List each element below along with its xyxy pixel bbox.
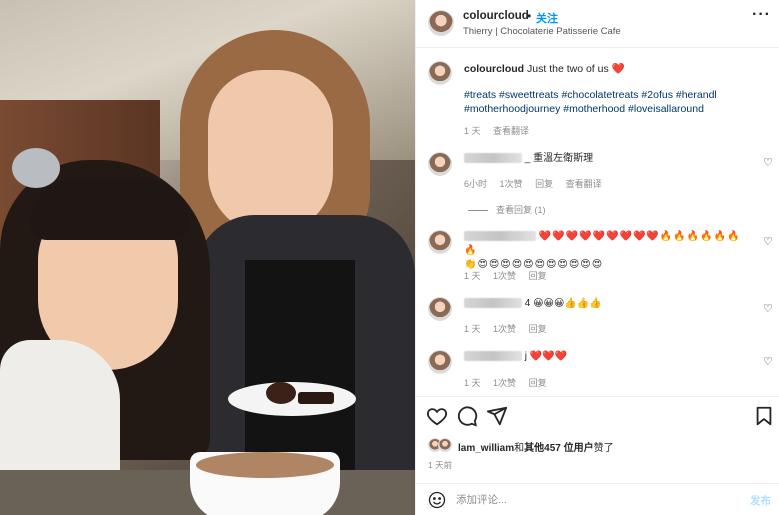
comment-text: j ❤️❤️❤️ [464,350,749,364]
caption-hashtags[interactable]: #treats #sweettreats #chocolatetreats #2… [464,88,749,116]
caption-time: 1 天 [464,126,481,136]
liker-username[interactable]: lam_william [458,443,514,454]
emoji-icon[interactable] [428,491,446,509]
comment-body: j ❤️❤️❤️ [524,351,568,362]
heart-outline-icon[interactable]: ♡ [763,302,773,315]
comment-avatar[interactable] [428,152,452,176]
heart-outline-icon[interactable]: ♡ [763,156,773,169]
comment-input[interactable] [456,491,736,509]
caption-avatar[interactable] [428,61,452,85]
caption-username[interactable]: colourcloud [464,63,524,75]
post-header: colourcloud • 关注 Thierry | Chocolaterie … [416,0,779,48]
comment-time: 1 天 [464,324,481,334]
likes-summary[interactable]: lam_william和其他457 位用户赞了 [458,439,614,454]
comment-likes[interactable]: 1次赞 [493,378,516,388]
translate-button[interactable]: 查看翻译 [566,179,602,189]
comment-text: _ 重溫左衛斯理 [464,152,749,166]
comment-text: ❤️❤️❤️❤️❤️❤️❤️❤️❤️🔥🔥🔥🔥🔥🔥🔥 👏😍😍😍😍😍😍😍😍😍😍😍 [464,230,749,272]
caption-meta: 1 天 查看翻译 [464,124,539,137]
heart-icon[interactable] [426,405,448,427]
blurred-username [464,351,522,362]
caption-translate[interactable]: 查看翻译 [493,126,529,136]
comment-avatar[interactable] [428,230,452,254]
caption-heart: ❤️ [611,63,625,75]
author-username[interactable]: colourcloud [463,10,529,22]
separator-dot: • [527,9,532,23]
comment-avatar[interactable] [428,297,452,321]
reply-button[interactable]: 回复 [529,378,547,388]
replies-line [468,210,488,212]
likes-and: 和 [514,443,525,454]
photo-latte [196,452,334,478]
author-avatar[interactable] [428,10,454,36]
reply-button[interactable]: 回复 [535,179,553,189]
caption: colourcloud Just the two of us ❤️ [464,62,764,76]
comment-meta: 6小时 1次赞 回复 查看翻译 [464,177,612,190]
heart-outline-icon[interactable]: ♡ [763,355,773,368]
share-icon[interactable] [486,405,508,427]
photo-chocolate [266,382,296,404]
comment-body: _ 重溫左衛斯理 [524,153,594,164]
comments-list[interactable]: colourcloud Just the two of us ❤️ #treat… [416,49,779,394]
comment-text: 4 😀😀😀👍👍👍 [464,297,749,311]
comment-body: 4 😀😀😀👍👍👍 [524,298,602,309]
likes-suffix: 赞了 [593,443,614,454]
likes-others[interactable]: 其他457 位用户 [524,443,593,454]
location-link[interactable]: Thierry | Chocolaterie Patisserie Cafe [463,26,621,37]
photo-chocolate-bar [298,392,334,404]
caption-text: Just the two of us [527,63,609,75]
action-bar [416,396,779,434]
blurred-username [464,231,536,242]
comment-time: 1 天 [464,378,481,388]
view-replies-button[interactable]: 查看回复 (1) [468,203,546,216]
follow-button[interactable]: 关注 [536,10,558,26]
comment-likes[interactable]: 1次赞 [500,179,523,189]
comment-icon[interactable] [456,405,478,427]
reply-button[interactable]: 回复 [529,271,547,281]
blurred-username [464,298,522,309]
comment-meta: 1 天 1次赞 回复 [464,322,557,335]
comment-avatar[interactable] [428,350,452,374]
liker-avatar[interactable] [438,438,452,452]
reply-button[interactable]: 回复 [529,324,547,334]
comment-meta: 1 天 1次赞 回复 [464,269,557,282]
bookmark-icon[interactable] [753,405,775,427]
comment-likes[interactable]: 1次赞 [493,271,516,281]
heart-outline-icon[interactable]: ♡ [763,235,773,248]
photo-woman-face [208,70,333,235]
post-timestamp: 1 天前 [428,460,453,470]
more-horizontal-icon[interactable]: ··· [752,6,771,24]
post-comment-button[interactable]: 发布 [750,493,771,508]
view-replies-label: 查看回复 (1) [496,205,546,215]
comment-time: 1 天 [464,271,481,281]
comment-meta: 1 天 1次赞 回复 [464,376,557,389]
add-comment-bar: 发布 [416,483,779,515]
photo-girl-bangs [30,180,190,240]
blurred-username [464,153,522,164]
photo-pompom [12,148,60,188]
comment-likes[interactable]: 1次赞 [493,324,516,334]
post-photo[interactable] [0,0,415,515]
comment-time: 6小时 [464,179,488,189]
post-side-panel: colourcloud • 关注 Thierry | Chocolaterie … [415,0,779,515]
